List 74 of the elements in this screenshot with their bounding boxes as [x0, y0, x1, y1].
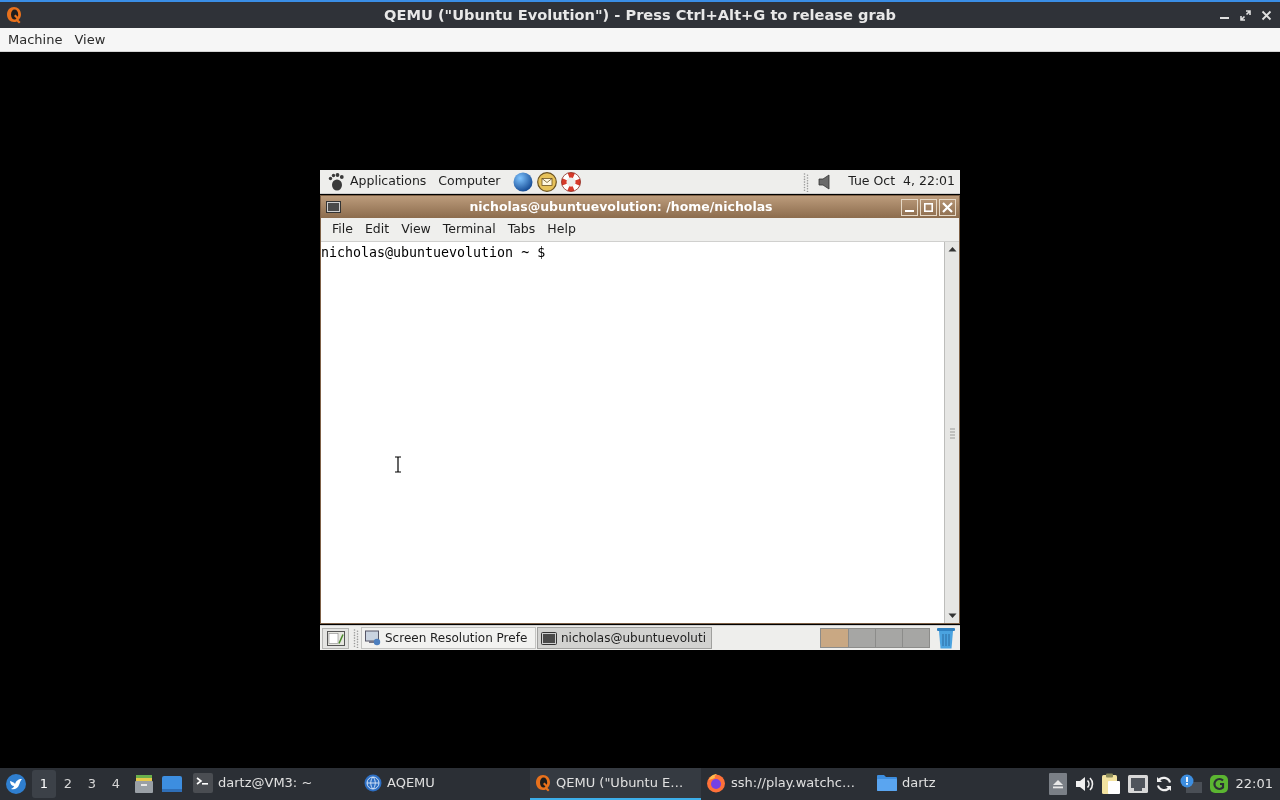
terminal-icon [541, 631, 557, 645]
menu-item[interactable]: File [326, 220, 359, 239]
scroll-up-icon[interactable] [947, 246, 957, 252]
text-cursor-icon [394, 456, 402, 473]
clipboard-icon[interactable] [1100, 773, 1121, 795]
close-icon [1260, 9, 1272, 21]
menu-item[interactable]: Edit [358, 220, 396, 239]
file-cabinet-icon[interactable] [134, 774, 154, 794]
panel-menu[interactable]: Applications [344, 172, 433, 191]
eject-icon[interactable] [1048, 773, 1067, 795]
menu-item[interactable]: Help [541, 220, 582, 239]
show-desktop-icon [326, 630, 345, 646]
task-button[interactable]: Screen Resolution Prefe [361, 627, 536, 649]
envelope-icon[interactable] [536, 171, 557, 192]
panel-menu[interactable]: Computer [432, 172, 507, 191]
workspace-button[interactable]: 2 [56, 770, 80, 798]
maximize-icon [1239, 9, 1251, 21]
close-icon [942, 201, 953, 213]
start-menu-icon[interactable] [5, 773, 27, 795]
terminal-icon [193, 773, 213, 793]
workspace-cell[interactable] [821, 629, 848, 647]
lifebuoy-icon[interactable] [560, 171, 581, 192]
drag-handle-icon[interactable] [353, 628, 359, 648]
menu-item[interactable]: Terminal [436, 220, 502, 239]
minimize-button[interactable] [901, 198, 918, 216]
maximize-button[interactable] [920, 198, 937, 216]
close-button[interactable] [939, 198, 956, 216]
globe-icon [364, 774, 382, 792]
foot-icon[interactable] [328, 172, 344, 191]
scroll-down-icon[interactable] [947, 613, 957, 619]
menu-item[interactable]: View [68, 29, 112, 50]
clock[interactable]: 22:01 [1235, 774, 1273, 794]
folder-icon [877, 774, 897, 792]
task-button[interactable]: ssh://play.watchc… [701, 768, 872, 800]
terminal-title: nicholas@ubuntuevolution: /home/nicholas [468, 197, 774, 216]
trash-icon[interactable] [936, 627, 956, 649]
window-title: QEMU ("Ubuntu Evolution") - Press Ctrl+Alt+G to release grab [384, 5, 896, 26]
maximize-icon [924, 202, 933, 212]
maximize-button[interactable] [1237, 7, 1253, 23]
notification-icon[interactable] [1179, 774, 1202, 794]
volume-icon[interactable] [1073, 774, 1094, 794]
workspace-button[interactable]: 1 [32, 770, 56, 798]
menu-item[interactable]: Machine [2, 29, 69, 50]
terminal-icon [326, 201, 341, 213]
menu-item[interactable]: Tabs [501, 220, 542, 239]
workspace-button[interactable]: 3 [80, 770, 104, 798]
minimize-icon [905, 209, 914, 212]
drag-handle-icon[interactable] [803, 171, 810, 192]
show-desktop-button[interactable] [322, 627, 349, 649]
app-logo-icon [535, 774, 551, 792]
task-button[interactable]: AQEMU [359, 768, 530, 800]
task-button[interactable]: QEMU ("Ubuntu E… [530, 768, 701, 800]
network-port-icon[interactable] [1127, 775, 1148, 793]
scrollbar-grip-icon [948, 426, 956, 439]
tray-app-icon[interactable] [1208, 774, 1229, 794]
workspace-cell[interactable] [848, 629, 875, 647]
workspace-cell[interactable] [875, 629, 902, 647]
browser-icon [706, 773, 726, 793]
task-button[interactable]: nicholas@ubuntuevoluti [537, 627, 712, 649]
window-icon[interactable] [162, 775, 182, 793]
app-logo-icon [6, 6, 22, 24]
menu-item[interactable]: View [395, 220, 437, 239]
display-settings-icon [365, 630, 381, 646]
globe-icon[interactable] [512, 171, 533, 192]
terminal-prompt: nicholas@ubuntuevolution ~ $ [321, 244, 547, 261]
workspace-button[interactable]: 4 [104, 770, 128, 798]
speaker-icon[interactable] [818, 173, 833, 190]
sync-icon[interactable] [1154, 775, 1173, 793]
scrollbar[interactable] [944, 242, 959, 623]
workspace-cell[interactable] [902, 629, 929, 647]
task-button[interactable]: dartz [872, 768, 1043, 800]
panel-clock[interactable]: Tue Oct 4, 22:01 [848, 172, 955, 191]
minimize-icon [1219, 17, 1229, 19]
task-button[interactable]: dartz@VM3: ~ [188, 768, 359, 800]
